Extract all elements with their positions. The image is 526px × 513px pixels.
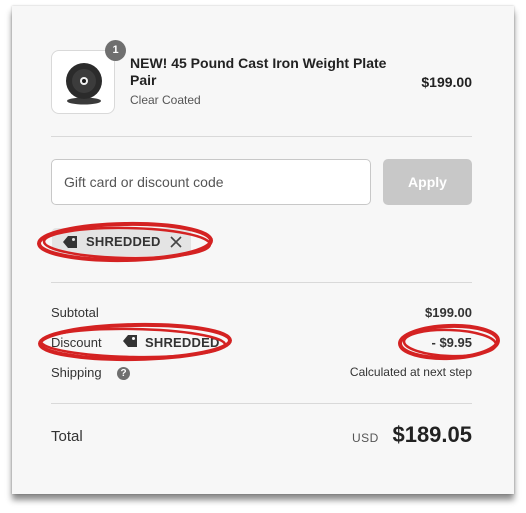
line-item: 1 NEW! 45 Pound Cast Iron Weight Plate P…	[51, 40, 472, 114]
apply-button[interactable]: Apply	[383, 159, 472, 205]
help-icon[interactable]: ?	[117, 367, 130, 380]
applied-discount-chip: SHREDDED	[52, 228, 191, 256]
tag-icon	[63, 236, 77, 248]
close-icon[interactable]	[170, 236, 182, 248]
applied-code-label: SHREDDED	[86, 234, 161, 249]
currency-code: USD	[352, 431, 379, 445]
discount-value: - $9.95	[431, 335, 472, 350]
product-thumbnail[interactable]	[51, 50, 115, 114]
discount-label: Discount	[51, 335, 102, 350]
total-label: Total	[51, 428, 83, 445]
divider	[51, 136, 472, 137]
subtotal-label: Subtotal	[51, 305, 99, 320]
divider	[51, 282, 472, 283]
total-value: $189.05	[392, 422, 472, 447]
product-title: NEW! 45 Pound Cast Iron Weight Plate Pai…	[130, 55, 387, 88]
quantity-badge: 1	[105, 40, 126, 61]
divider	[51, 403, 472, 404]
weight-plate-image	[66, 63, 102, 105]
shipping-value: Calculated at next step	[349, 365, 472, 379]
tag-icon	[123, 335, 137, 347]
product-price: $199.00	[421, 74, 472, 90]
discount-code-label: SHREDDED	[145, 335, 220, 350]
subtotal-value: $199.00	[425, 305, 472, 320]
shipping-label: Shipping	[51, 365, 102, 380]
product-variant: Clear Coated	[130, 93, 201, 107]
discount-code-input[interactable]	[51, 159, 371, 205]
